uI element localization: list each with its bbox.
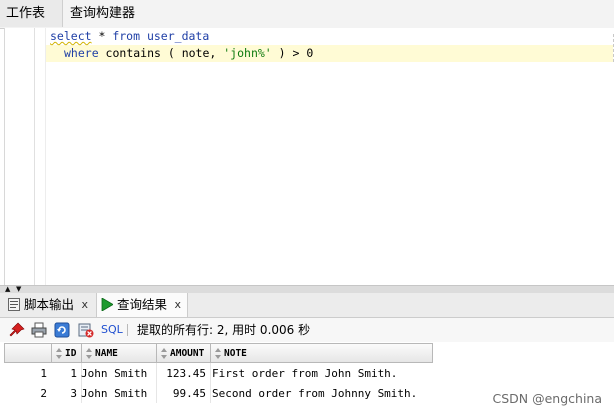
keyword-select: select	[50, 29, 92, 43]
column-header-label: ID	[65, 348, 77, 359]
cell-amount[interactable]: 123.45	[156, 364, 210, 384]
delete-icon[interactable]	[78, 322, 94, 338]
code-line-2: where contains ( note, 'john%' ) > 0	[64, 45, 313, 62]
collapse-down-arrow-icon[interactable]: ▼	[16, 286, 21, 293]
print-icon[interactable]	[31, 322, 47, 338]
cell-note[interactable]: First order from John Smith.	[210, 364, 433, 384]
column-header-amount[interactable]: AMOUNT	[157, 344, 211, 363]
play-icon	[101, 298, 113, 311]
keyword-from: from	[112, 29, 141, 43]
refresh-icon[interactable]	[54, 322, 70, 338]
pin-icon[interactable]	[9, 322, 25, 338]
cell-name[interactable]: John Smith	[81, 364, 156, 384]
column-header-label: NOTE	[224, 348, 247, 359]
editor-gutter	[34, 28, 35, 285]
table-row[interactable]: 2 3 John Smith 99.45 Second order from J…	[4, 384, 433, 404]
code-line-1: select * from user_data	[50, 28, 209, 45]
string-literal: 'john%'	[223, 46, 272, 60]
tab-label: 脚本输出	[24, 297, 75, 312]
column-header-id[interactable]: ID	[52, 344, 82, 363]
table-row[interactable]: 1 1 John Smith 123.45 First order from J…	[4, 364, 433, 384]
close-icon[interactable]: x	[81, 293, 88, 317]
sort-icon	[86, 348, 92, 359]
cell-amount[interactable]: 99.45	[156, 384, 210, 404]
row-number: 1	[40, 367, 47, 380]
toolbar-separator	[127, 324, 128, 336]
cell-note[interactable]: Second order from Johnny Smith.	[210, 384, 433, 404]
column-header-label: AMOUNT	[170, 348, 205, 359]
close-icon[interactable]: x	[174, 293, 181, 317]
worksheet-tab-bar: 工作表 查询构建器	[0, 0, 614, 29]
sort-icon	[56, 348, 62, 359]
sort-icon	[215, 348, 221, 359]
column-header-label: NAME	[95, 348, 118, 359]
fetch-status-text: 提取的所有行: 2, 用时 0.006 秒	[137, 323, 311, 337]
watermark-text: CSDN @engchina	[492, 391, 602, 406]
row-number: 2	[40, 387, 47, 400]
code-text: *	[91, 29, 113, 43]
output-tab-bar: 脚本输出 x 查询结果 x	[0, 293, 614, 318]
cell-name[interactable]: John Smith	[81, 384, 156, 404]
column-header-name[interactable]: NAME	[82, 344, 157, 363]
result-toolbar: SQL 提取的所有行: 2, 用时 0.006 秒	[0, 318, 614, 342]
table-identifier: user_data	[140, 29, 210, 43]
sql-editor[interactable]: select * from user_data where contains (…	[4, 28, 614, 285]
cell-id[interactable]: 3	[51, 384, 81, 404]
collapse-up-arrow-icon[interactable]: ▲	[5, 286, 10, 293]
tab-label: 查询结果	[117, 297, 168, 312]
sql-button[interactable]: SQL	[101, 318, 123, 342]
editor-fold-margin	[45, 28, 46, 285]
code-text: ) > 0	[271, 46, 314, 60]
sort-icon	[161, 348, 167, 359]
cell-id[interactable]: 1	[51, 364, 81, 384]
row-number-header	[5, 344, 52, 363]
keyword-where: where	[64, 46, 99, 60]
grid-header: ID NAME AMOUNT NOTE	[4, 343, 433, 363]
code-text: contains ( note,	[98, 46, 224, 60]
column-header-note[interactable]: NOTE	[211, 344, 432, 363]
tab-query-result[interactable]: 查询结果 x	[96, 293, 188, 317]
tab-query-builder[interactable]: 查询构建器	[64, 0, 154, 27]
tab-worksheet[interactable]: 工作表	[0, 0, 63, 27]
script-output-icon	[8, 298, 20, 311]
tab-script-output[interactable]: 脚本输出 x	[4, 293, 94, 317]
